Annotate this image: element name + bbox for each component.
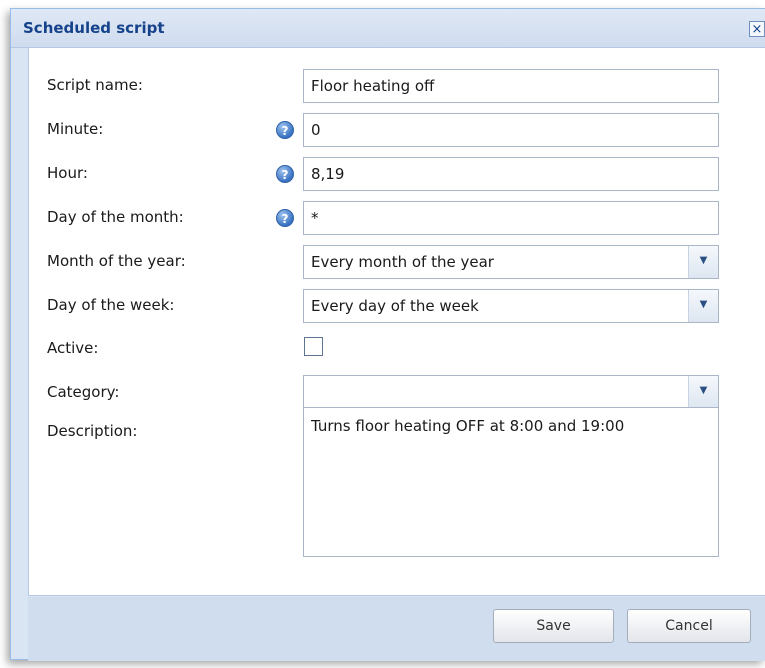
cancel-button[interactable]: Cancel (627, 609, 751, 643)
day-of-month-input[interactable]: * (303, 201, 719, 235)
day-of-week-label: Day of the week: (47, 296, 175, 314)
scheduled-script-dialog: Scheduled script × Script name: Floor he… (10, 8, 765, 661)
dialog-title: Scheduled script (23, 19, 165, 37)
script-name-label: Script name: (47, 76, 143, 94)
active-label: Active: (47, 339, 99, 357)
day-of-month-help-icon[interactable]: ? (276, 209, 294, 227)
chevron-down-icon[interactable]: ▼ (688, 246, 718, 278)
minute-label: Minute: (47, 120, 104, 138)
hour-help-icon[interactable]: ? (276, 165, 294, 183)
month-of-year-label: Month of the year: (47, 252, 186, 270)
save-button[interactable]: Save (493, 609, 614, 643)
minute-input[interactable]: 0 (303, 113, 719, 147)
close-icon[interactable]: × (749, 21, 765, 37)
chevron-down-icon[interactable]: ▼ (688, 290, 718, 322)
hour-label: Hour: (47, 164, 88, 182)
category-label: Category: (47, 383, 120, 401)
month-of-year-select[interactable]: Every month of the year ▼ (303, 245, 719, 279)
active-checkbox[interactable] (304, 337, 323, 356)
day-of-month-label: Day of the month: (47, 208, 184, 226)
chevron-down-icon[interactable]: ▼ (688, 376, 718, 408)
day-of-week-value: Every day of the week (311, 297, 479, 315)
category-select[interactable]: ▼ (303, 375, 719, 409)
dialog-titlebar[interactable]: Scheduled script × (11, 9, 765, 48)
month-of-year-value: Every month of the year (311, 253, 494, 271)
minute-help-icon[interactable]: ? (276, 121, 294, 139)
hour-input[interactable]: 8,19 (303, 157, 719, 191)
description-textarea[interactable]: Turns floor heating OFF at 8:00 and 19:0… (303, 407, 719, 557)
description-label: Description: (47, 422, 138, 440)
day-of-week-select[interactable]: Every day of the week ▼ (303, 289, 719, 323)
script-name-input[interactable]: Floor heating off (303, 69, 719, 103)
